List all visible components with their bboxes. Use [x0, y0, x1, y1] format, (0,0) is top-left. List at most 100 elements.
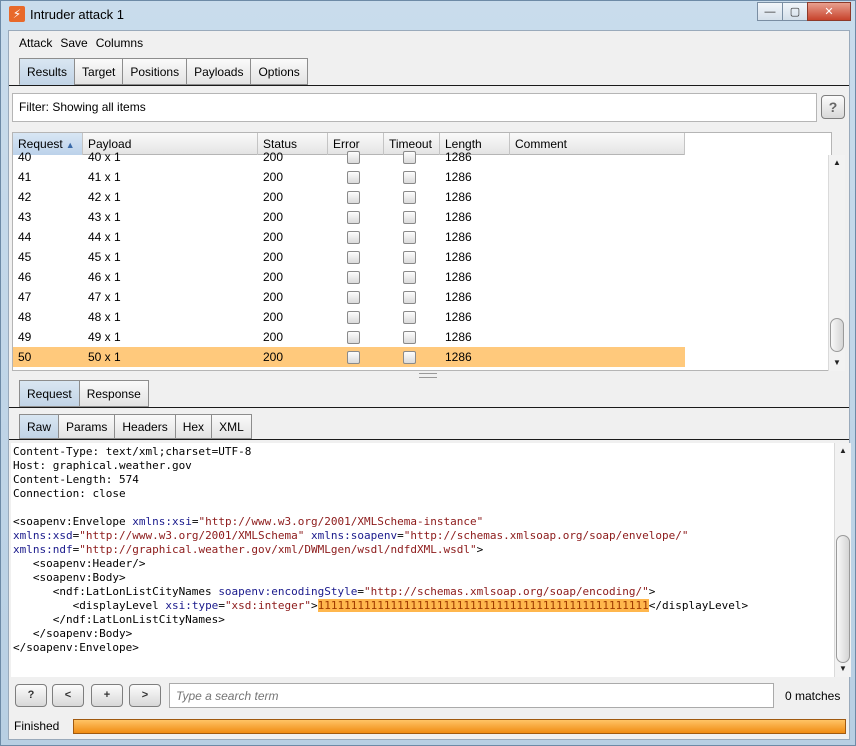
editor-line: <soapenv:Body>	[13, 571, 834, 585]
search-input[interactable]	[169, 683, 774, 708]
editor-line: </soapenv:Body>	[13, 627, 834, 641]
tab-xml[interactable]: XML	[211, 414, 252, 439]
editor-token: "http://schemas.xmlsoap.org/soap/envelop…	[403, 529, 689, 542]
cell-status: 200	[263, 170, 284, 184]
editor-token: soapenv:encodingStyle	[218, 585, 358, 598]
minimize-button[interactable]: —	[757, 2, 783, 21]
table-row[interactable]: 46 46 x 1 200 1286	[13, 267, 685, 287]
cell-request: 48	[18, 310, 32, 324]
cell-status: 200	[263, 330, 284, 344]
menu-save[interactable]: Save	[60, 36, 87, 50]
cell-comment	[510, 287, 685, 307]
cell-length: 1286	[445, 190, 472, 204]
table-row[interactable]: 41 41 x 1 200 1286	[13, 167, 685, 187]
cell-error	[328, 307, 384, 327]
editor-token: </soapenv:Envelope>	[13, 641, 139, 654]
cell-status: 200	[263, 210, 284, 224]
raw-request-editor[interactable]: Content-Type: text/xml;charset=UTF-8 Host…	[11, 443, 834, 677]
cell-timeout	[384, 187, 440, 207]
tab-params[interactable]: Params	[58, 414, 116, 439]
tab-options[interactable]: Options	[250, 58, 308, 85]
scroll-down-arrow-icon[interactable]: ▼	[829, 355, 845, 371]
timeout-checkbox	[403, 351, 416, 364]
cell-comment	[510, 327, 685, 347]
editor-scroll-up-arrow-icon[interactable]: ▲	[835, 443, 851, 459]
maximize-button[interactable]: ▢	[782, 2, 808, 21]
editor-line: Content-Type: text/xml;charset=UTF-8	[13, 445, 834, 459]
search-help-button[interactable]: ?	[15, 684, 47, 707]
menu-bar: Attack Save Columns	[9, 31, 849, 55]
timeout-checkbox	[403, 171, 416, 184]
tab-payloads[interactable]: Payloads	[186, 58, 252, 85]
editor-token: Content-Length: 574	[13, 473, 139, 486]
editor-line: </soapenv:Envelope>	[13, 641, 834, 655]
table-row[interactable]: 49 49 x 1 200 1286	[13, 327, 685, 347]
editor-scroll-thumb[interactable]	[836, 535, 850, 663]
cell-timeout	[384, 287, 440, 307]
filter-help-button[interactable]: ?	[821, 95, 845, 119]
intruder-window: ⚡ Intruder attack 1 — ▢ ✕ Attack Save Co…	[0, 0, 856, 746]
cell-payload: 41 x 1	[88, 170, 121, 184]
cell-payload: 44 x 1	[88, 230, 121, 244]
search-previous-button[interactable]: <	[52, 684, 84, 707]
view-tabs: Raw Params Headers Hex XML	[19, 414, 252, 439]
editor-token: <soapenv:Envelope	[13, 515, 133, 528]
error-checkbox	[347, 331, 360, 344]
editor-token: =	[218, 599, 225, 612]
menu-columns[interactable]: Columns	[96, 36, 143, 50]
scroll-up-arrow-icon[interactable]: ▲	[829, 155, 845, 171]
cell-length: 1286	[445, 170, 472, 184]
table-row[interactable]: 45 45 x 1 200 1286	[13, 247, 685, 267]
table-scroll-thumb[interactable]	[830, 318, 844, 352]
burp-app-icon: ⚡	[9, 6, 25, 22]
editor-token: xmlns:ndf	[13, 543, 73, 556]
table-row[interactable]: 47 47 x 1 200 1286	[13, 287, 685, 307]
table-row[interactable]: 42 42 x 1 200 1286	[13, 187, 685, 207]
filter-bar[interactable]: Filter: Showing all items	[12, 93, 817, 122]
search-bar: ? < + > 0 matches	[9, 682, 849, 712]
cell-status: 200	[263, 310, 284, 324]
cell-length: 1286	[445, 290, 472, 304]
tab-raw[interactable]: Raw	[19, 414, 60, 439]
timeout-checkbox	[403, 151, 416, 164]
title-bar[interactable]: ⚡ Intruder attack 1 — ▢ ✕	[1, 1, 855, 28]
close-button[interactable]: ✕	[807, 2, 851, 21]
error-checkbox	[347, 291, 360, 304]
tab-response[interactable]: Response	[78, 380, 149, 407]
editor-line: <ndf:LatLonListCityNames soapenv:encodin…	[13, 585, 834, 599]
tab-request[interactable]: Request	[19, 380, 80, 407]
tab-positions[interactable]: Positions	[122, 58, 188, 85]
table-row[interactable]: 40 40 x 1 200 1286	[13, 147, 685, 167]
error-checkbox	[347, 151, 360, 164]
editor-line: Host: graphical.weather.gov	[13, 459, 834, 473]
editor-scroll-down-arrow-icon[interactable]: ▼	[835, 661, 851, 677]
table-body: 40 40 x 1 200 1286 41 41 x 1 200 1286 42 42 x 1 20…	[13, 150, 685, 367]
table-row[interactable]: 48 48 x 1 200 1286	[13, 307, 685, 327]
cell-length: 1286	[445, 270, 472, 284]
editor-token: <ndf:LatLonListCityNames	[13, 585, 219, 598]
editor-scrollbar[interactable]: ▲ ▼	[834, 443, 851, 677]
table-scrollbar[interactable]: ▲ ▼	[828, 155, 845, 371]
editor-token: <displayLevel	[13, 599, 166, 612]
tab-hex[interactable]: Hex	[174, 414, 213, 439]
tab-headers[interactable]: Headers	[114, 414, 176, 439]
cell-error	[328, 167, 384, 187]
timeout-checkbox	[403, 231, 416, 244]
payload-marker: 1111111111111111111111111111111111111111…	[317, 599, 649, 612]
cell-timeout	[384, 207, 440, 227]
table-row[interactable]: 43 43 x 1 200 1286	[13, 207, 685, 227]
match-count: 0 matches	[785, 689, 841, 703]
cell-comment	[510, 247, 685, 267]
menu-attack[interactable]: Attack	[19, 36, 52, 50]
cell-request: 49	[18, 330, 32, 344]
search-next-button[interactable]: >	[129, 684, 161, 707]
cell-timeout	[384, 267, 440, 287]
pane-splitter[interactable]	[419, 373, 437, 378]
table-row[interactable]: 44 44 x 1 200 1286	[13, 227, 685, 247]
table-row[interactable]: 50 50 x 1 200 1286	[13, 347, 685, 367]
tab-target[interactable]: Target	[74, 58, 124, 85]
tab-results[interactable]: Results	[19, 58, 76, 85]
editor-token: >	[311, 599, 318, 612]
cell-length: 1286	[445, 230, 472, 244]
search-add-button[interactable]: +	[91, 684, 123, 707]
